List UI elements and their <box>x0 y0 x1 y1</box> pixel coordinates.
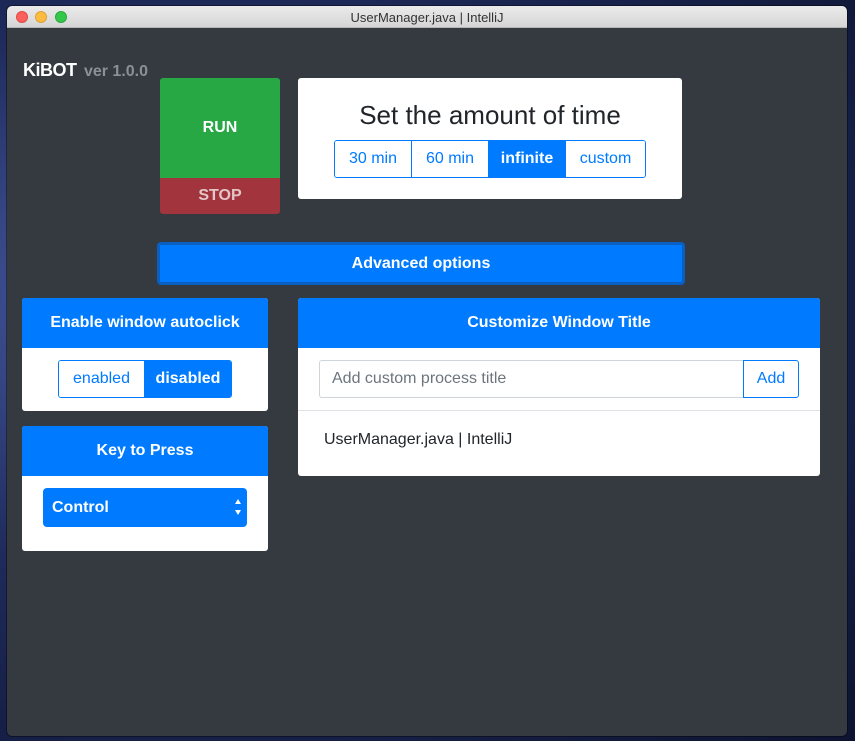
brand-version: ver 1.0.0 <box>83 63 149 80</box>
key-header: Key to Press <box>22 426 268 476</box>
time-option-30-min[interactable]: 30 min <box>335 141 412 177</box>
advanced-options-button[interactable]: Advanced options <box>157 242 685 285</box>
custom-title-input[interactable] <box>319 360 743 398</box>
time-title: Set the amount of time <box>359 100 621 130</box>
run-button[interactable]: RUN <box>160 78 280 178</box>
autoclick-toggle-group: enabled disabled <box>58 360 232 398</box>
window-title-card: Customize Window Title Add UserManager.j… <box>298 298 820 476</box>
time-option-60-min[interactable]: 60 min <box>412 141 489 177</box>
autoclick-header: Enable window autoclick <box>22 298 268 348</box>
autoclick-card: Enable window autoclick enabled disabled <box>22 298 268 411</box>
time-card: Set the amount of time 30 min 60 min inf… <box>298 78 682 199</box>
title-bar: UserManager.java | IntelliJ <box>7 6 847 28</box>
autoclick-disabled-option[interactable]: disabled <box>145 361 231 397</box>
brand-name: KiBOT <box>23 60 77 80</box>
autoclick-enabled-option[interactable]: enabled <box>59 361 145 397</box>
window-title-header: Customize Window Title <box>298 298 820 348</box>
title-input-row: Add <box>319 360 799 398</box>
key-select-value: Control <box>52 498 109 516</box>
window-title: UserManager.java | IntelliJ <box>350 10 504 25</box>
time-option-custom[interactable]: custom <box>566 141 645 177</box>
time-option-group: 30 min 60 min infinite custom <box>334 140 646 178</box>
divider <box>298 410 820 411</box>
stop-button[interactable]: STOP <box>160 178 280 214</box>
key-card: Key to Press Control <box>22 426 268 551</box>
key-select[interactable]: Control <box>43 488 247 527</box>
title-list-item[interactable]: UserManager.java | IntelliJ <box>324 431 512 449</box>
app-window: UserManager.java | IntelliJ KiBOT ver 1.… <box>7 6 847 736</box>
add-title-button[interactable]: Add <box>743 360 799 398</box>
time-option-infinite[interactable]: infinite <box>489 141 566 177</box>
brand: KiBOT ver 1.0.0 <box>23 60 148 81</box>
select-arrows-icon <box>234 499 242 515</box>
